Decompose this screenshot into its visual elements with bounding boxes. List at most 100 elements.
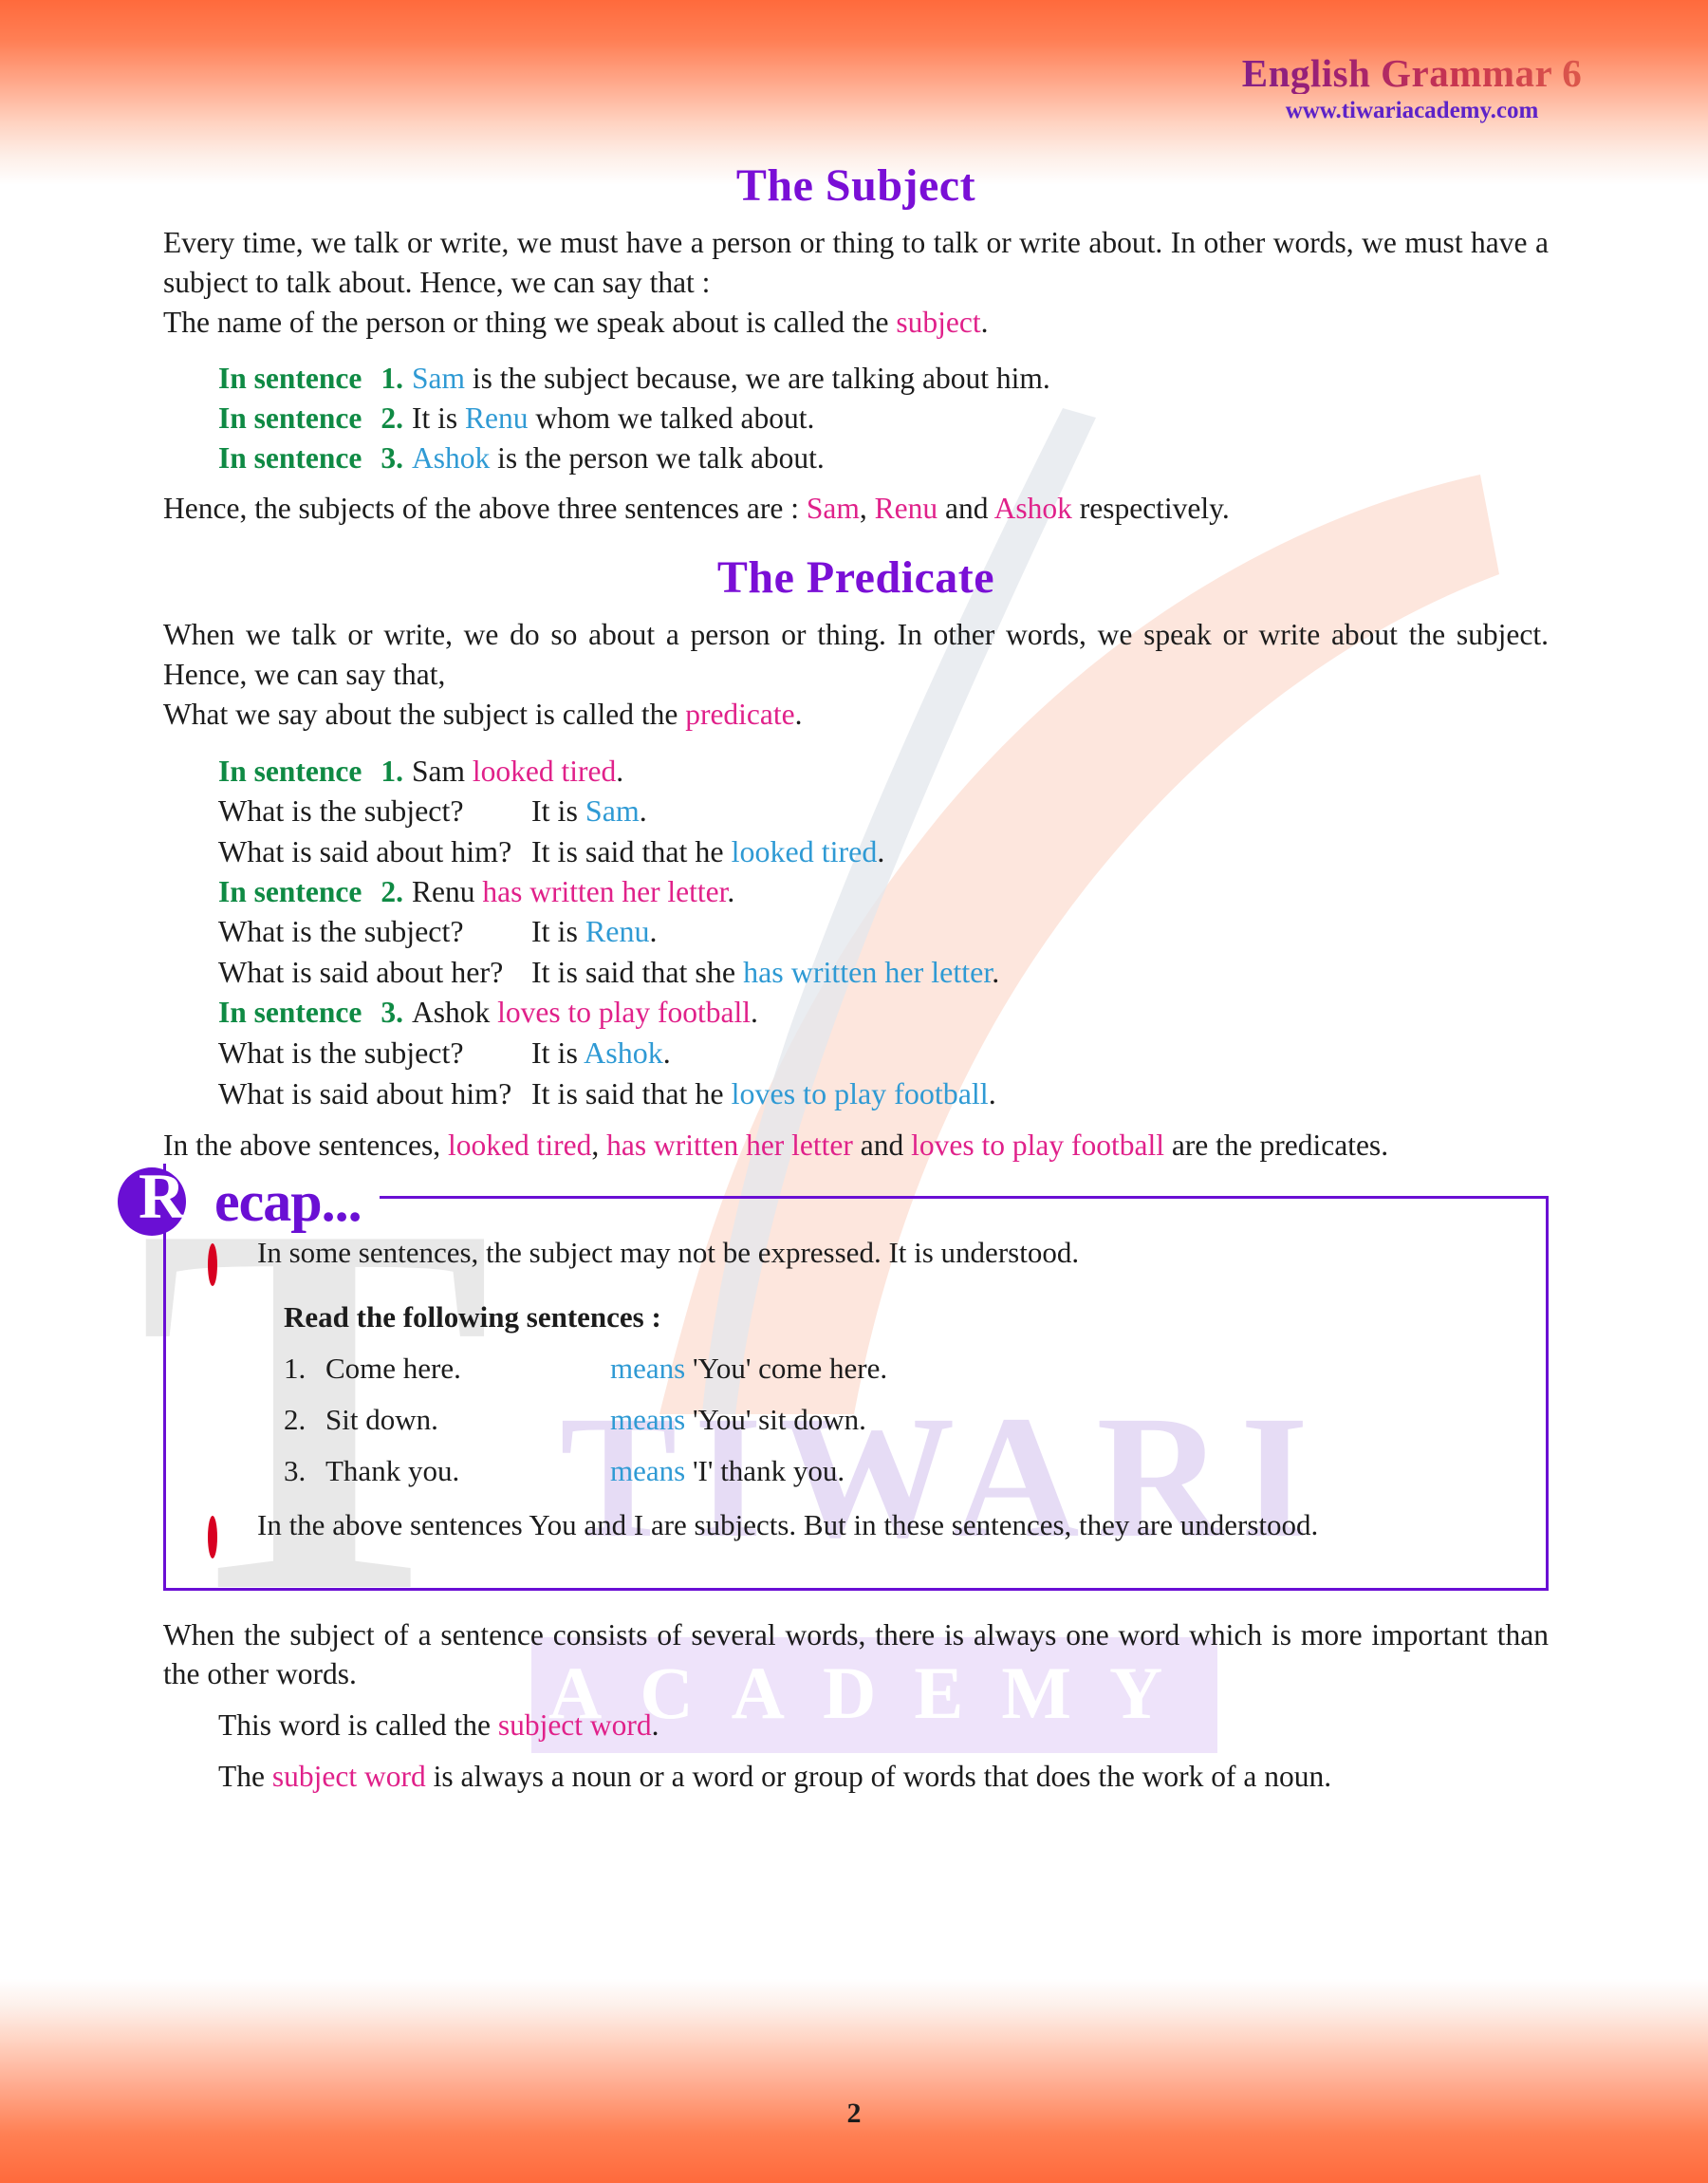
answer-value: looked tired	[731, 834, 878, 869]
question-text: What is the subject?	[218, 1035, 464, 1070]
example-number: 3.	[381, 996, 403, 1030]
page-header: English Grammar 6 www.tiwariacademy.com	[1213, 52, 1611, 124]
qa-row: What is said about him? It is said that …	[163, 831, 1549, 872]
example-period: .	[750, 996, 758, 1030]
example-number: 1.	[381, 362, 403, 396]
predicate-definition-line: What we say about the subject is called …	[163, 695, 1549, 735]
example-period: .	[616, 754, 624, 788]
in-sentence-label: In sentence	[218, 874, 362, 908]
summary-name-1: Sam	[806, 492, 860, 526]
example-subject: Sam	[412, 754, 473, 788]
answer-post: .	[649, 914, 658, 949]
example-lead: It is	[412, 401, 466, 436]
brand-title: English Grammar 6	[1213, 52, 1611, 94]
in-sentence-label: In sentence	[218, 754, 362, 788]
list-item: In some sentences, the subject may not b…	[195, 1233, 1517, 1287]
example-predicate: loves to play football	[497, 996, 751, 1030]
item-meaning: means 'I' thank you.	[610, 1454, 1517, 1488]
answer-text: It is said that she has written her lett…	[531, 952, 1549, 993]
page-number: 2	[846, 2098, 862, 2129]
recap-box: In some sentences, the subject may not b…	[163, 1164, 1549, 1591]
recap-section: R ecap... In some sentences, the subject…	[118, 1164, 1549, 1591]
answer-text: It is Sam.	[531, 791, 1549, 831]
list-item: In sentence 1. Sam is the subject becaus…	[163, 359, 1549, 399]
example-subject: Ashok	[412, 440, 491, 475]
list-item: In sentence 2. Renu has written her lett…	[163, 872, 1549, 912]
example-subject: Renu	[465, 401, 529, 436]
closing-post: are the predicates.	[1163, 1128, 1389, 1162]
closing-pre: In the above sentences,	[163, 1128, 449, 1162]
answer-text: It is Renu.	[531, 911, 1549, 952]
term-subject-word: subject word	[497, 1708, 652, 1743]
term-subject: subject	[896, 305, 981, 339]
qa-row: What is said about her? It is said that …	[163, 952, 1549, 993]
list-item: In the above sentences You and I are sub…	[195, 1505, 1517, 1558]
predicate-definition-pre: What we say about the subject is called …	[163, 697, 686, 731]
question-text: What is the subject?	[218, 793, 464, 829]
summary-sep-2: and	[938, 492, 994, 526]
example-rest: is the subject because, we are talking a…	[465, 362, 1050, 396]
answer-value: Ashok	[584, 1035, 663, 1070]
means-explanation: 'You' sit down.	[685, 1402, 866, 1436]
means-label: means	[610, 1402, 686, 1436]
summary-name-2: Renu	[874, 492, 938, 526]
brand-url[interactable]: www.tiwariacademy.com	[1213, 98, 1611, 124]
example-rest: is the person we talk about.	[490, 440, 825, 475]
closing-term-1: looked tired	[448, 1128, 592, 1162]
subject-examples-list: In sentence 1. Sam is the subject becaus…	[163, 359, 1549, 477]
section-title-subject: The Subject	[735, 160, 976, 211]
item-number: 2.	[284, 1402, 306, 1436]
bullet-dot-icon	[195, 1233, 257, 1287]
list-item: In sentence 2. It is Renu whom we talked…	[163, 399, 1549, 438]
answer-post: .	[988, 1075, 996, 1110]
subject-summary-line: Hence, the subjects of the above three s…	[163, 489, 1549, 529]
closing-term-2: has written her letter	[606, 1128, 853, 1162]
subject-word-line-1: This word is called the subject word.	[163, 1706, 1549, 1745]
item-number: 1.	[284, 1351, 306, 1385]
item-meaning: means 'You' sit down.	[610, 1403, 1517, 1437]
summary-name-3: Ashok	[993, 492, 1072, 526]
example-predicate: has written her letter	[482, 874, 728, 908]
bullet-dot-icon	[195, 1505, 257, 1558]
answer-text: It is said that he looked tired.	[531, 831, 1549, 872]
means-label: means	[610, 1453, 686, 1487]
answer-pre: It is	[531, 793, 585, 829]
answer-post: .	[662, 1035, 671, 1070]
recap-bullet-2-text: In the above sentences You and I are sub…	[257, 1507, 1319, 1541]
term-subject-word: subject word	[271, 1760, 426, 1794]
item-sentence: Sit down.	[325, 1402, 438, 1436]
qa-row: What is the subject? It is Renu.	[163, 911, 1549, 952]
question-text: What is said about him?	[218, 1075, 512, 1110]
example-predicate: looked tired	[472, 754, 617, 788]
list-item: 2. Sit down. means 'You' sit down.	[195, 1403, 1517, 1437]
list-item: 3. Thank you. means 'I' thank you.	[195, 1454, 1517, 1488]
recap-badge: R ecap...	[118, 1164, 362, 1237]
closing-sep-2: and	[852, 1128, 912, 1162]
line1-post: .	[651, 1708, 659, 1743]
subject-definition-line: The name of the person or thing we speak…	[163, 303, 1549, 343]
line2-post: is always a noun or a word or group of w…	[425, 1760, 1332, 1794]
example-number: 2.	[381, 874, 403, 908]
recap-subheading: Read the following sentences :	[284, 1299, 661, 1334]
in-sentence-label: In sentence	[218, 362, 362, 396]
answer-value: loves to play football	[731, 1075, 989, 1110]
answer-post: .	[877, 834, 885, 869]
in-sentence-label: In sentence	[218, 440, 362, 475]
subject-definition-post: .	[980, 305, 989, 339]
answer-pre: It is said that she	[531, 955, 744, 990]
answer-post: .	[639, 793, 647, 829]
list-item: In sentence 1. Sam looked tired.	[163, 752, 1549, 792]
line1-pre: This word is called the	[218, 1708, 498, 1743]
qa-row: What is said about him? It is said that …	[163, 1073, 1549, 1114]
item-number: 3.	[284, 1453, 306, 1487]
list-item: 1. Come here. means 'You' come here.	[195, 1352, 1517, 1386]
means-explanation: 'I' thank you.	[685, 1453, 845, 1487]
page-content: English Grammar 6 www.tiwariacademy.com …	[0, 0, 1708, 2183]
example-number: 2.	[381, 401, 403, 436]
answer-pre: It is	[531, 1035, 585, 1070]
qa-row: What is the subject? It is Sam.	[163, 791, 1549, 831]
answer-value: Sam	[585, 793, 640, 829]
in-sentence-label: In sentence	[218, 401, 362, 436]
list-item: In sentence 3. Ashok loves to play footb…	[163, 993, 1549, 1033]
qa-row: What is the subject? It is Ashok.	[163, 1033, 1549, 1073]
